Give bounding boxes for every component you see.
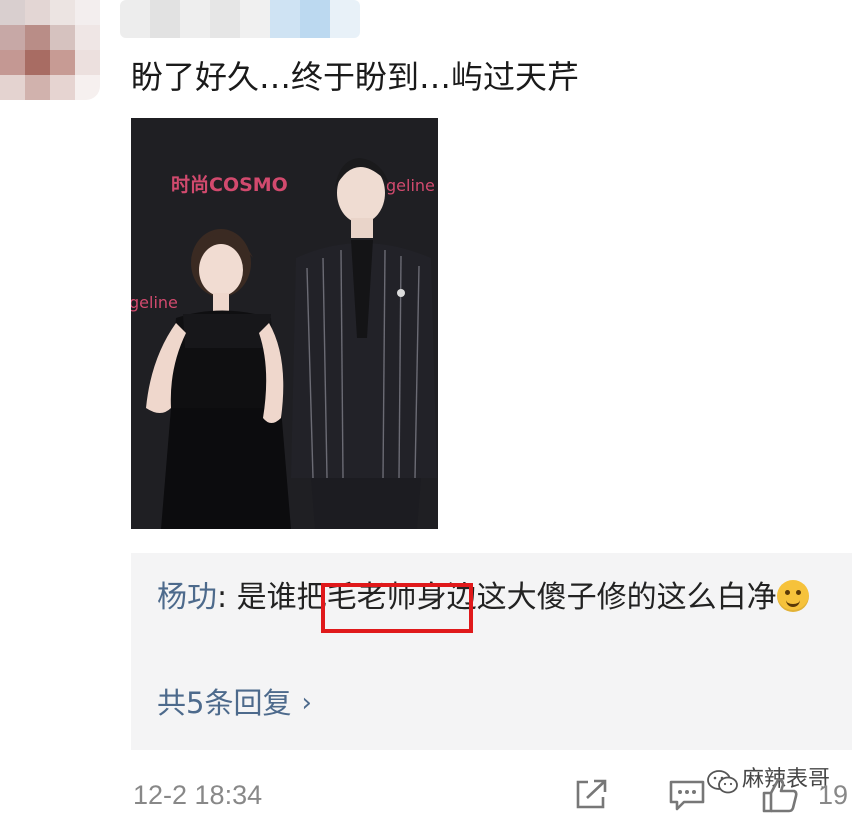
username-blurred[interactable] [120, 0, 360, 38]
upside-down-face-icon [776, 580, 809, 612]
reply-separator: : [217, 580, 237, 615]
like-count: 19 [818, 780, 849, 810]
backdrop-brand-left: 时尚COSMO [171, 173, 288, 196]
thumbs-up-icon[interactable] [760, 776, 800, 814]
reply-preview[interactable]: 杨功: 是谁把毛老师身边这大傻子修的这么白净 共5条回复 › [131, 553, 852, 750]
backdrop-brand-mid: geline [131, 293, 178, 312]
more-replies-label: 共5条回复 [157, 686, 292, 720]
more-replies-link[interactable]: 共5条回复 › [157, 683, 312, 723]
chevron-right-icon: › [301, 688, 312, 718]
backdrop-brand-right: geline [386, 176, 435, 195]
timestamp: 12-2 18:34 [133, 780, 263, 810]
reply-author-link[interactable]: 杨功 [157, 580, 217, 615]
avatar[interactable] [0, 0, 100, 100]
red-carpet-photo: 时尚COSMO geline geline [131, 118, 438, 529]
post-photo[interactable]: 时尚COSMO geline geline [131, 118, 438, 529]
reply-content: 是谁把毛老师身边这大傻子修的这么白净 [236, 580, 777, 615]
reply-text: 杨功: 是谁把毛老师身边这大傻子修的这么白净 [157, 575, 817, 621]
comment-icon[interactable] [668, 778, 706, 812]
post-text: 盼了好久…终于盼到…屿过天芹 [131, 58, 580, 96]
wechat-logo-icon [707, 770, 738, 794]
share-icon[interactable] [574, 777, 610, 811]
